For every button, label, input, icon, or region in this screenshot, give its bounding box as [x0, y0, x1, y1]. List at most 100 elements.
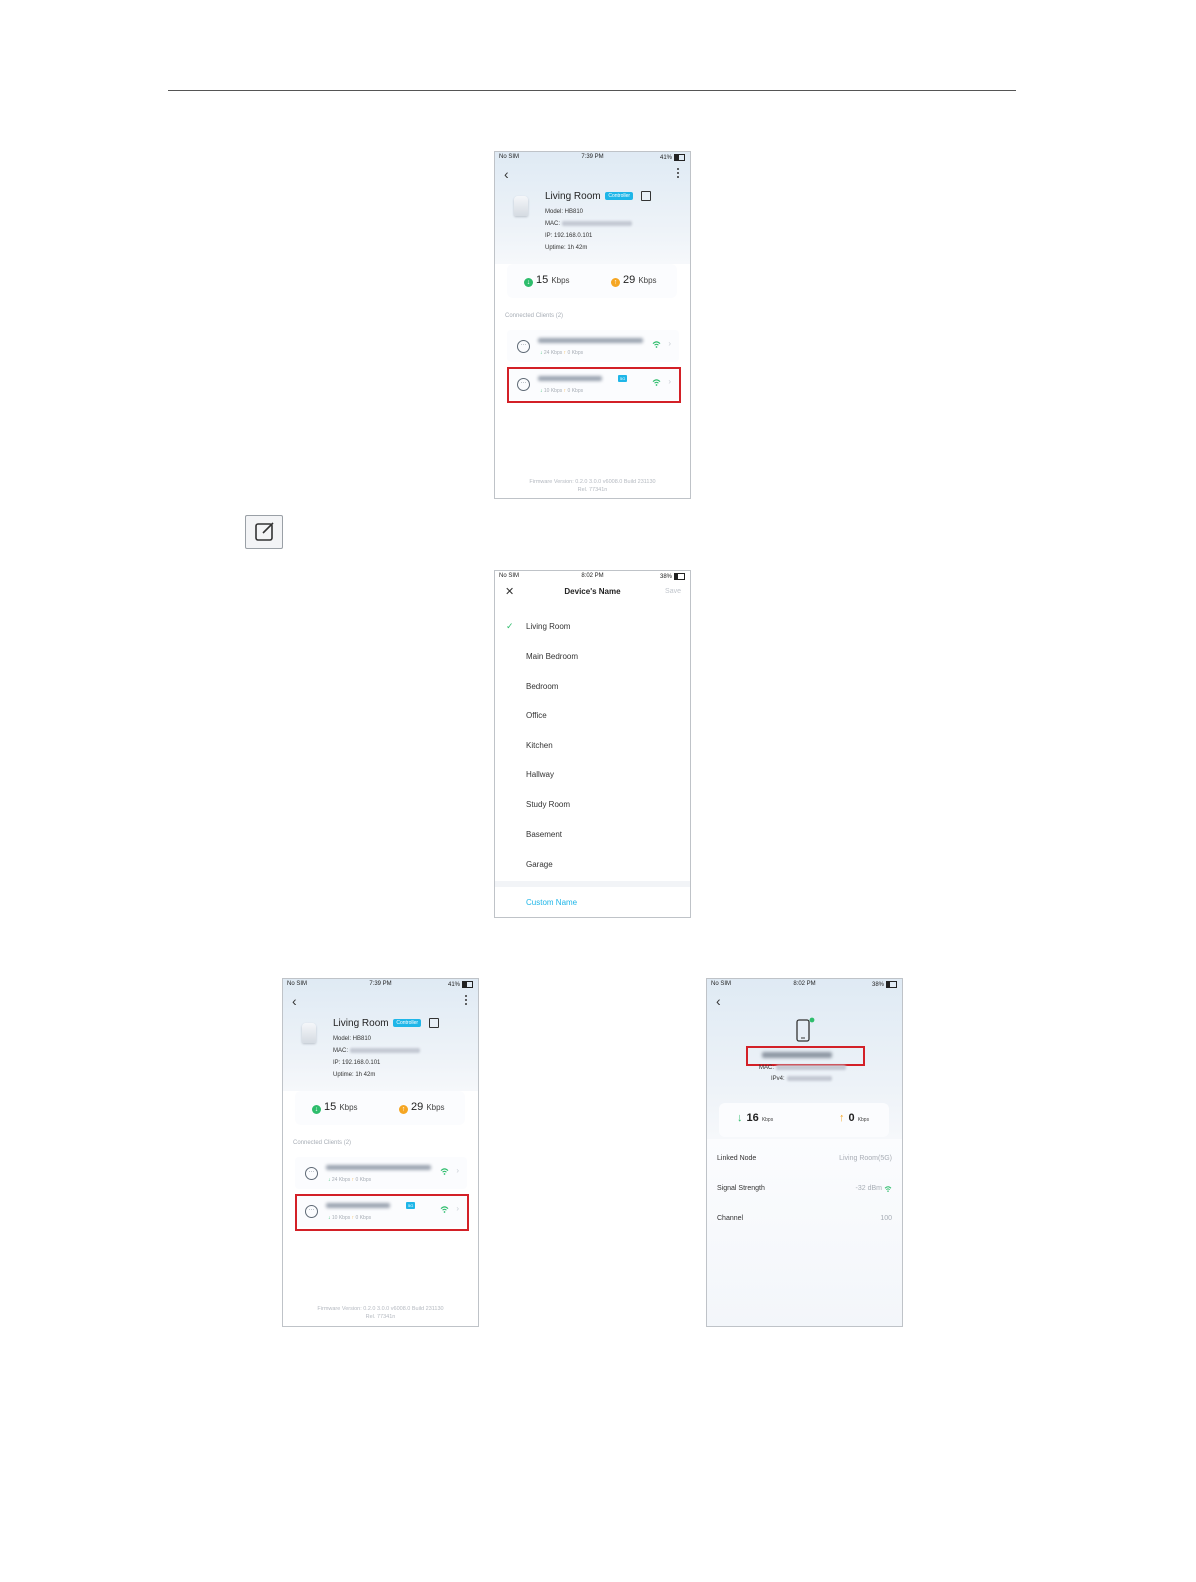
ip-label: IP: 192.168.0.101: [333, 1060, 381, 1066]
chevron-right-icon: ›: [456, 1166, 459, 1175]
wifi-icon: [440, 1168, 449, 1175]
channel-row: Channel 100: [717, 1215, 892, 1222]
download-speed: ↓ 15 Kbps: [524, 274, 570, 287]
download-icon: ↓: [312, 1105, 321, 1114]
battery-icon: [674, 573, 685, 580]
speed-card: ↓ 15 Kbps ↑ 29 Kbps: [295, 1091, 465, 1125]
download-speed: ↓ 15 Kbps: [312, 1101, 358, 1114]
model-label: Model: HB810: [333, 1036, 372, 1042]
battery: 38%: [660, 573, 685, 580]
client-traffic: ↓ 24 Kbps ↑ 0 Kbps: [540, 350, 584, 356]
more-icon[interactable]: [677, 168, 679, 180]
firmware-info: Firmware Version: 0.2.0 3.0.0 v6008.0 Bu…: [529, 479, 656, 493]
mac-redacted: [350, 1048, 420, 1053]
upload-icon: ↑: [611, 278, 620, 287]
divider: [495, 881, 690, 887]
option-bedroom[interactable]: Bedroom: [526, 682, 558, 691]
edit-icon-callout: [245, 515, 283, 549]
signal-strength-row: Signal Strength -32 dBm: [717, 1185, 892, 1192]
firmware-info: Firmware Version: 0.2.0 3.0.0 v6008.0 Bu…: [317, 1306, 444, 1320]
deco-device-icon: [302, 1023, 316, 1043]
battery-icon: [886, 981, 897, 988]
upload-speed: ↑ 0 Kbps: [839, 1112, 870, 1124]
more-icon[interactable]: [465, 995, 467, 1007]
screenshot-device-name: No SIM 8:02 PM 38% ✕ Device's Name Save …: [494, 570, 691, 918]
highlight-box: [746, 1046, 865, 1066]
option-living-room[interactable]: Living Room: [526, 622, 570, 631]
linked-node-row: Linked Node Living Room(5G): [717, 1155, 892, 1162]
phone-icon: [796, 1017, 815, 1042]
device-icon: ···: [305, 1167, 318, 1180]
page-header-rule: [168, 90, 1016, 91]
check-icon: ✓: [506, 621, 514, 631]
option-basement[interactable]: Basement: [526, 830, 562, 839]
details-panel: [707, 1139, 902, 1326]
back-icon[interactable]: ‹: [716, 994, 721, 1008]
back-icon[interactable]: ‹: [504, 167, 509, 181]
client-name-redacted: [538, 338, 643, 343]
download-icon: ↓: [524, 278, 533, 287]
upload-speed: ↑ 29 Kbps: [611, 274, 657, 287]
device-title: Living Room Controller: [333, 1018, 439, 1029]
battery: 41%: [448, 981, 473, 988]
back-icon[interactable]: ‹: [292, 994, 297, 1008]
client-row[interactable]: ··· ↓ 24 Kbps ↑ 0 Kbps ›: [507, 330, 679, 362]
upload-icon: ↑: [399, 1105, 408, 1114]
status-bar: No SIM 7:39 PM 41%: [495, 152, 690, 164]
custom-name-button[interactable]: Custom Name: [526, 898, 577, 907]
section-title: Connected Clients (2): [505, 313, 564, 319]
mac-label: MAC:: [545, 221, 560, 228]
section-title: Connected Clients (2): [293, 1140, 352, 1146]
download-speed: ↓ 16 Kbps: [737, 1112, 774, 1124]
deco-device-icon: [514, 196, 528, 216]
screenshot-device-details: No SIM 7:39 PM 41% ‹ Living Room Control…: [494, 151, 691, 499]
ip-label: IP: 192.168.0.101: [545, 233, 593, 239]
battery-icon: [462, 981, 473, 988]
mac-row: MAC:: [333, 1048, 420, 1054]
battery: 38%: [872, 981, 897, 988]
upload-speed: ↑ 29 Kbps: [399, 1101, 445, 1114]
battery: 41%: [660, 154, 685, 161]
option-garage[interactable]: Garage: [526, 860, 553, 869]
edit-icon[interactable]: [428, 1018, 439, 1029]
uptime-label: Uptime: 1h 42m: [333, 1072, 376, 1078]
controller-badge: Controller: [605, 192, 634, 201]
mac-row: MAC:: [545, 221, 632, 227]
wifi-icon: [884, 1186, 892, 1192]
client-row[interactable]: ··· ↓ 24 Kbps ↑ 0 Kbps ›: [295, 1157, 467, 1189]
status-bar: No SIM 8:02 PM 38%: [707, 979, 902, 991]
wifi-icon: [652, 341, 661, 348]
mac-label: MAC:: [333, 1048, 348, 1055]
chevron-right-icon: ›: [668, 339, 671, 348]
option-study-room[interactable]: Study Room: [526, 800, 570, 809]
ipv4-row: IPv4:: [771, 1076, 832, 1082]
option-kitchen[interactable]: Kitchen: [526, 741, 553, 750]
mac-redacted: [562, 221, 632, 226]
uptime-label: Uptime: 1h 42m: [545, 245, 588, 251]
screenshot-device-details-2: No SIM 7:39 PM 41% ‹ Living Room Control…: [282, 978, 479, 1327]
device-title: Living Room Controller: [545, 191, 651, 202]
client-name-redacted: [326, 1165, 431, 1170]
speed-card: ↓ 16 Kbps ↑ 0 Kbps: [719, 1103, 889, 1137]
device-name: Living Room: [545, 191, 601, 202]
status-bar: No SIM 8:02 PM 38%: [495, 571, 690, 583]
mac-row: MAC:: [759, 1065, 846, 1071]
highlight-box: [507, 367, 681, 403]
battery-icon: [674, 154, 685, 161]
screenshot-client-details: No SIM 8:02 PM 38% ‹ MAC: IPv4: ↓ 16 Kbps…: [706, 978, 903, 1327]
option-office[interactable]: Office: [526, 711, 547, 720]
device-name: Living Room: [333, 1018, 389, 1029]
edit-icon: [255, 522, 274, 541]
model-label: Model: HB810: [545, 209, 584, 215]
option-hallway[interactable]: Hallway: [526, 770, 554, 779]
device-icon: ···: [517, 340, 530, 353]
edit-icon[interactable]: [640, 191, 651, 202]
page-title: Device's Name: [564, 587, 621, 596]
speed-card: ↓ 15 Kbps ↑ 29 Kbps: [507, 264, 677, 298]
controller-badge: Controller: [393, 1019, 422, 1028]
client-traffic: ↓ 24 Kbps ↑ 0 Kbps: [328, 1177, 372, 1183]
status-bar: No SIM 7:39 PM 41%: [283, 979, 478, 991]
save-button[interactable]: Save: [665, 588, 681, 595]
highlight-box: [295, 1194, 469, 1231]
option-main-bedroom[interactable]: Main Bedroom: [526, 652, 578, 661]
